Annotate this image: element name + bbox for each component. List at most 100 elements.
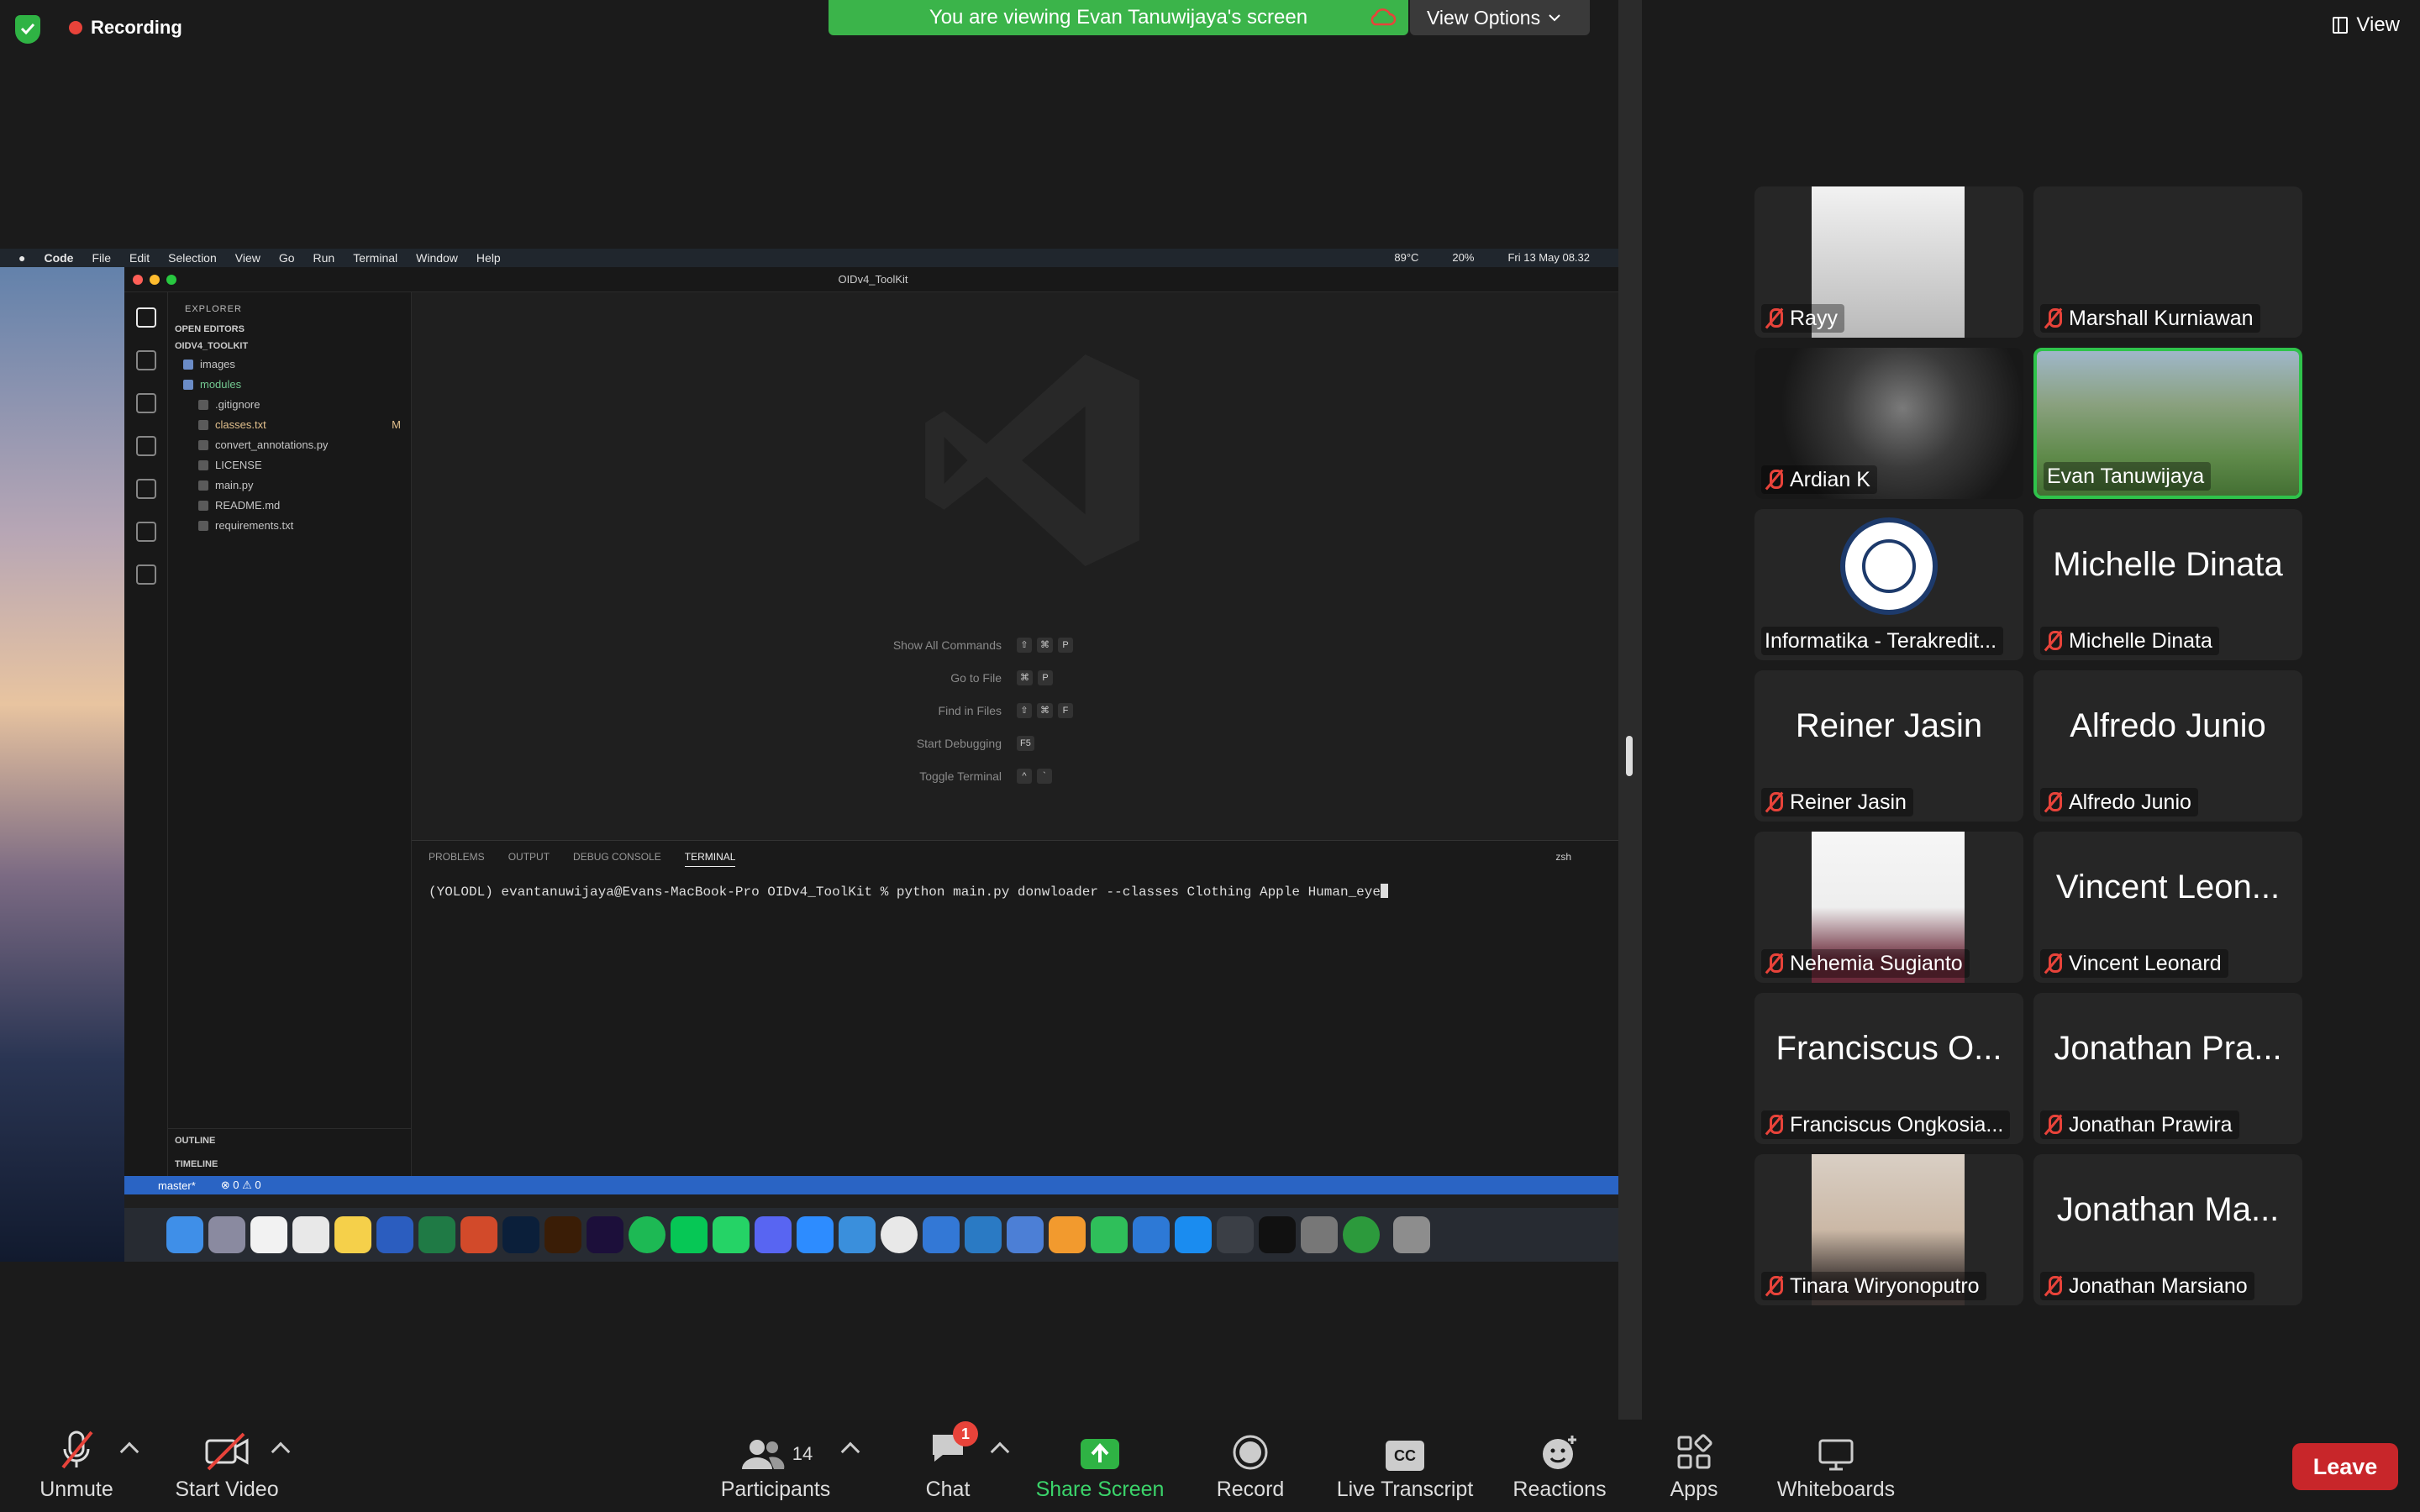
shared-screen[interactable]: ● Code File Edit Selection View Go Run T… [0, 249, 1622, 1262]
file-tree-item[interactable]: classes.txt M [168, 415, 411, 435]
mac-menu-bar: ● Code File Edit Selection View Go Run T… [0, 249, 1622, 267]
calendar-icon [250, 1216, 287, 1253]
unmute-label: Unmute [39, 1478, 113, 1501]
participant-tile[interactable]: Evan Tanuwijaya [2033, 348, 2302, 499]
participant-tile[interactable]: Reiner Jasin Reiner Jasin [1754, 670, 2023, 822]
record-label: Record [1216, 1478, 1285, 1501]
apps-button[interactable]: Apps [1660, 1420, 1728, 1512]
participant-tile[interactable]: Alfredo Junio Alfredo Junio [2033, 670, 2302, 822]
shortcut-keys: ⇧ ⌘ P [1017, 637, 1252, 653]
participants-button[interactable]: 14 Participants [714, 1420, 837, 1512]
live-transcript-button[interactable]: CC Live Transcript [1329, 1420, 1481, 1512]
source-control-icon [135, 393, 156, 413]
participant-tile[interactable]: Ardian K [1754, 348, 2023, 499]
participant-tile[interactable]: Informatika - Terakredit... [1754, 509, 2023, 660]
recording-dot-icon [69, 21, 82, 34]
reactions-label: Reactions [1512, 1478, 1607, 1501]
whatsapp-icon [713, 1216, 750, 1253]
university-logo [1840, 517, 1938, 615]
chat-icon-wrap: 1 [929, 1421, 978, 1471]
terminal-panel: PROBLEMS OUTPUT DEBUG CONSOLE TERMINAL z… [412, 840, 1622, 1176]
line-icon [671, 1216, 708, 1253]
start-video-button[interactable]: Start Video [170, 1420, 284, 1512]
shortcut-hint-label: Start Debugging [916, 736, 1002, 750]
file-tree-item[interactable]: .gitignore [168, 395, 411, 415]
participant-name: Ardian K [1790, 467, 1870, 491]
shortcut-key: ` [1037, 768, 1052, 784]
participant-tile[interactable]: Jonathan Ma... Jonathan Marsiano [2033, 1154, 2302, 1305]
shortcut-key: F [1058, 702, 1073, 718]
file-tree-item[interactable]: main.py [168, 475, 411, 496]
participant-tile[interactable]: Vincent Leon... Vincent Leonard [2033, 832, 2302, 983]
activity-monitor-icon [1217, 1216, 1254, 1253]
shortcut-key: ⌘ [1017, 669, 1033, 685]
panel-divider[interactable] [1618, 0, 1642, 1420]
shortcut-key: P [1058, 637, 1073, 653]
microphone-muted-icon [61, 1431, 93, 1469]
view-options-button[interactable]: View Options [1410, 0, 1590, 35]
participant-name: Nehemia Sugianto [1790, 951, 1963, 975]
share-screen-icon [1081, 1439, 1119, 1469]
record-button[interactable]: Record [1210, 1420, 1291, 1512]
mac-battery: 20% [1452, 251, 1475, 264]
file-tree-item[interactable]: LICENSE [168, 455, 411, 475]
start-video-label: Start Video [175, 1478, 279, 1501]
participant-tile[interactable]: Nehemia Sugianto [1754, 832, 2023, 983]
view-button[interactable]: View [2333, 13, 2400, 37]
whiteboard-icon [1818, 1439, 1854, 1471]
participant-name: Reiner Jasin [1790, 790, 1907, 814]
divider-drag-handle[interactable] [1626, 736, 1633, 776]
live-transcript-label: Live Transcript [1336, 1478, 1474, 1501]
git-modified-badge: M [392, 418, 401, 431]
search-icon [135, 350, 156, 370]
participant-tile[interactable]: Michelle Dinata Michelle Dinata [2033, 509, 2302, 660]
file-tree-item[interactable]: modules [168, 375, 411, 395]
participant-name-label: Alfredo Junio [2040, 788, 2198, 816]
share-screen-label: Share Screen [1035, 1478, 1165, 1501]
participant-tile[interactable]: Marshall Kurniawan [2033, 186, 2302, 338]
file-tree-label: modules [200, 378, 242, 391]
participants-chevron-icon[interactable] [840, 1441, 860, 1462]
leave-button[interactable]: Leave [2292, 1443, 2398, 1490]
participants-icon-group: 14 [739, 1437, 813, 1471]
mac-menu-item: Help [476, 251, 501, 265]
reactions-button[interactable]: Reactions [1512, 1420, 1607, 1512]
recording-indicator[interactable]: Recording [69, 17, 182, 39]
cc-icon: CC [1386, 1441, 1424, 1471]
participant-name: Evan Tanuwijaya [2047, 464, 2205, 488]
chat-chevron-icon[interactable] [990, 1441, 1010, 1462]
file-tree-label: main.py [215, 479, 254, 491]
participant-name-label: Marshall Kurniawan [2040, 304, 2260, 333]
open-editors-section: OPEN EDITORS [175, 324, 245, 334]
apple-icon: ● [18, 251, 26, 265]
participant-tile[interactable]: Jonathan Pra... Jonathan Prawira [2033, 993, 2302, 1144]
share-screen-button[interactable]: Share Screen [1030, 1420, 1170, 1512]
edge-icon [923, 1216, 960, 1253]
chat-button[interactable]: 1 Chat [914, 1420, 981, 1512]
shortcut-hint: Toggle Terminal ^ ` [412, 759, 1622, 792]
mac-menu-item: Code [44, 251, 74, 265]
shortcut-key: F5 [1017, 735, 1034, 751]
terminal-line: (YOLODL) evantanuwijaya@Evans-MacBook-Pr… [429, 885, 1381, 900]
participant-tile[interactable]: Tinara Wiryonoputro [1754, 1154, 2023, 1305]
participant-tile[interactable]: Franciscus O... Franciscus Ongkosia... [1754, 993, 2023, 1144]
security-shield-icon[interactable] [15, 15, 40, 44]
loading-app-icon [1343, 1216, 1380, 1253]
participant-tile[interactable]: Rayy [1754, 186, 2023, 338]
whiteboards-button[interactable]: Whiteboards [1773, 1420, 1899, 1512]
vscode-window: OIDv4_ToolKit EXPLORER OPEN EDITORS OIDV… [124, 267, 1622, 1208]
unmute-button[interactable]: Unmute [30, 1420, 123, 1512]
audio-options-chevron-icon[interactable] [119, 1441, 139, 1462]
reminders-icon [292, 1216, 329, 1253]
mac-menu-item: Run [313, 251, 335, 265]
file-tree-item[interactable]: README.md [168, 496, 411, 516]
file-tree-item[interactable]: convert_annotations.py [168, 435, 411, 455]
file-icon [198, 400, 208, 410]
file-tree-item[interactable]: requirements.txt [168, 516, 411, 536]
premiere-icon [587, 1216, 623, 1253]
finder-icon [166, 1216, 203, 1253]
file-tree-item[interactable]: images [168, 354, 411, 375]
git-branch: master* [158, 1179, 196, 1192]
editor-shortcut-hints: Show All Commands ⇧ ⌘ P Go to File ⌘ P Find in … [412, 628, 1622, 792]
video-muted-icon [205, 1432, 249, 1471]
